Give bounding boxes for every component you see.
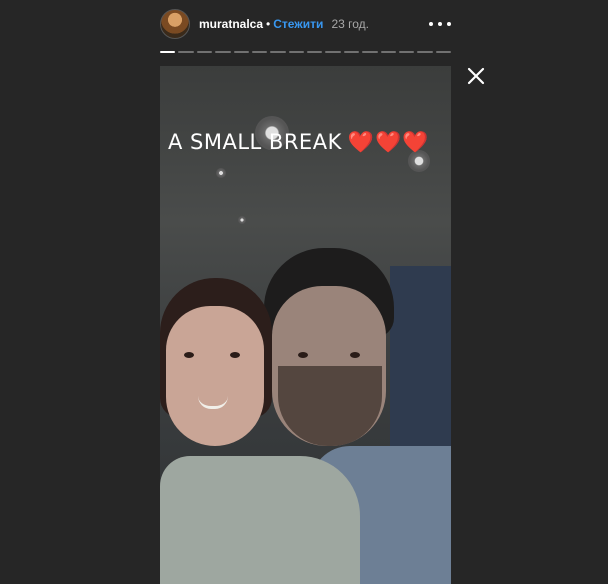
more-horizontal-icon [438,22,442,26]
username[interactable]: muratnalca [199,17,263,31]
story-progress-bar [160,51,451,53]
progress-segment [270,51,286,53]
man-eye [298,352,308,358]
progress-segment [362,51,378,53]
progress-segment [233,51,249,53]
man-eye [350,352,360,358]
follow-button[interactable]: Стежити [273,17,323,31]
story-header: muratnalca • Стежити 23 год. [160,9,451,39]
progress-segment [417,51,433,53]
progress-segment [160,51,176,53]
progress-segment [307,51,323,53]
story-media[interactable]: A SMALL BREAK ❤️❤️❤️ [160,66,451,584]
ceiling-light [238,216,246,224]
separator-dot: • [266,17,271,31]
story-caption: A SMALL BREAK ❤️❤️❤️ [168,130,429,155]
progress-segment [380,51,396,53]
progress-segment [196,51,213,53]
progress-segment [288,51,304,53]
timestamp: 23 год. [331,17,369,31]
progress-segment [343,51,360,53]
background-wall [390,266,451,466]
girl-shirt [160,456,360,584]
close-icon [467,67,485,85]
avatar[interactable] [160,9,190,39]
ceiling-light [216,168,226,178]
more-horizontal-icon [429,22,433,26]
progress-segment [178,51,194,53]
heart-emoji-text: ❤️❤️❤️ [347,130,430,154]
more-horizontal-icon [447,22,451,26]
girl-face [166,306,264,446]
progress-segment [398,51,415,53]
progress-segment [435,51,451,53]
progress-segment [215,51,231,53]
progress-segment [251,51,268,53]
girl-eye [184,352,194,358]
caption-text: A SMALL BREAK [168,130,342,154]
progress-segment [325,51,341,53]
girl-eye [230,352,240,358]
close-button[interactable] [466,66,486,86]
more-options-button[interactable] [429,15,451,33]
